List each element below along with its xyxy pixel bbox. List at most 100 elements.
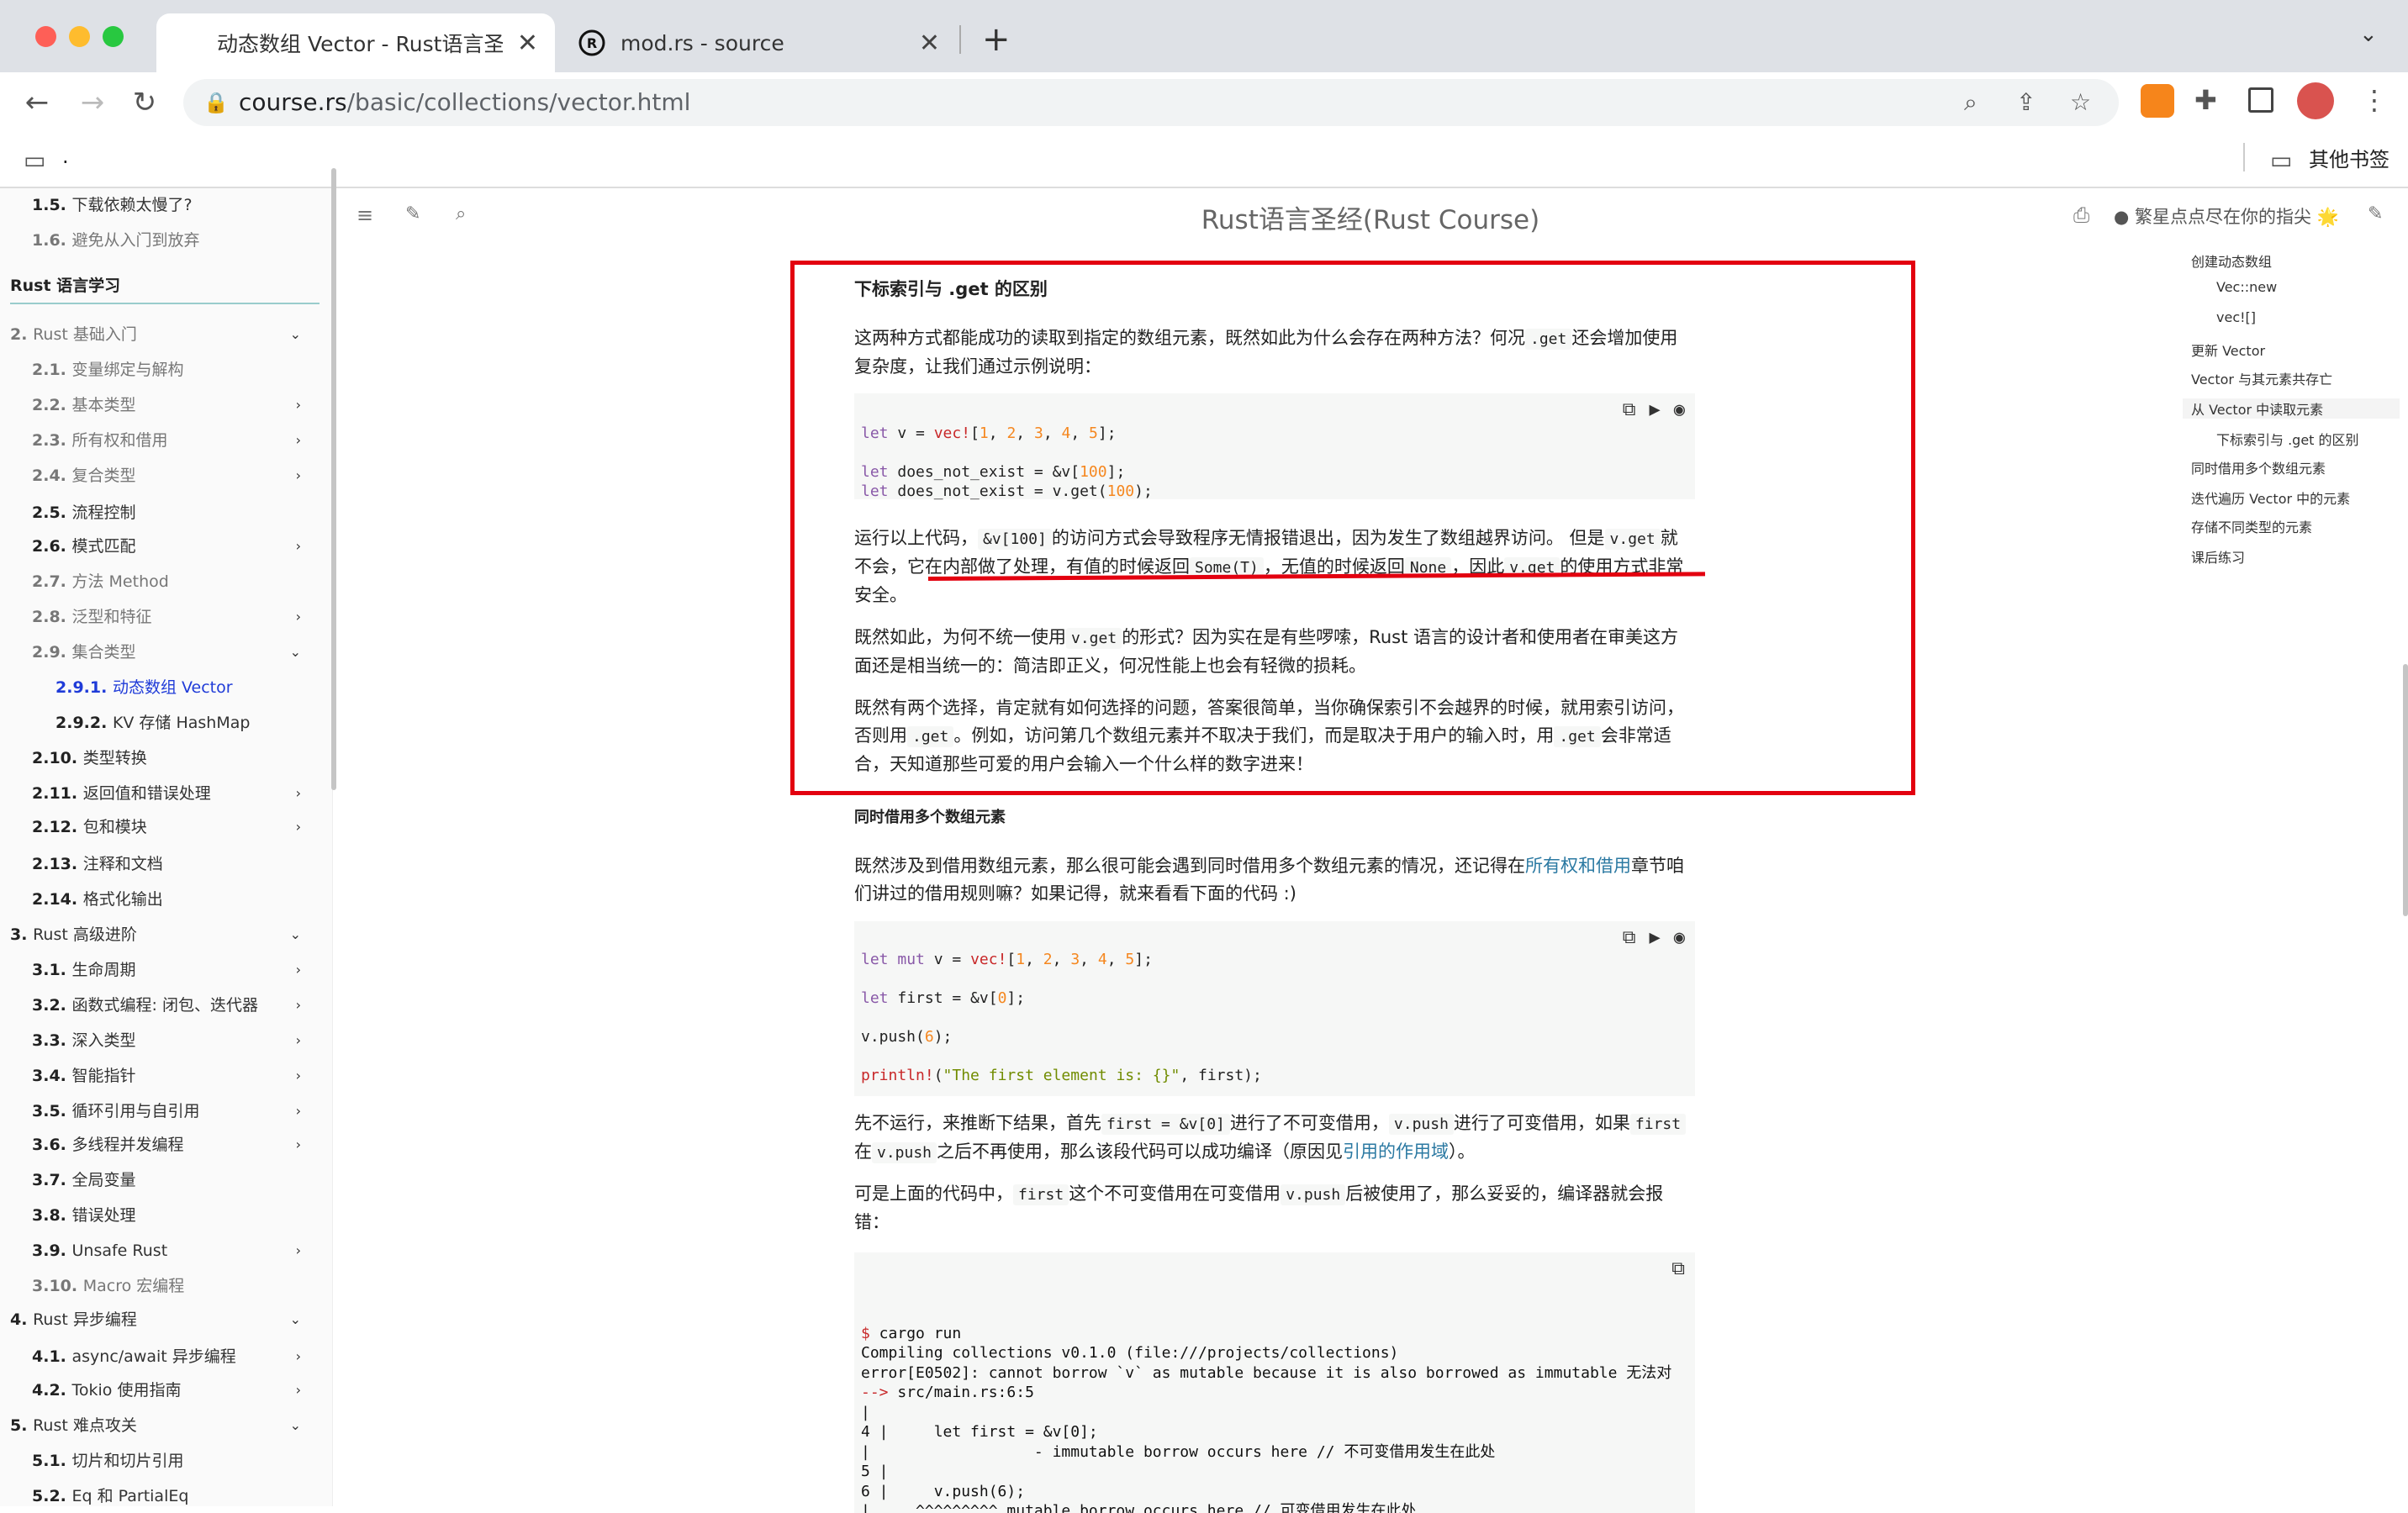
share-icon[interactable]: ⇪ bbox=[2016, 79, 2036, 126]
chevron-down-icon[interactable]: ⌄ bbox=[290, 635, 301, 669]
sidebar-item[interactable]: 2.13. 注释和文档 bbox=[0, 847, 319, 881]
sidebar-item[interactable]: 5. Rust 难点攻关 ⌄ bbox=[0, 1409, 319, 1442]
close-window-button[interactable] bbox=[35, 26, 56, 47]
bookmark-star-icon[interactable]: ☆ bbox=[2070, 79, 2091, 126]
address-bar[interactable]: 🔒 course.rs/basic/collections/vector.htm… bbox=[183, 79, 2119, 126]
eye-icon[interactable]: ◉ bbox=[1674, 928, 1685, 947]
sidebar-item[interactable]: 2. Rust 基础入门 ⌄ bbox=[0, 318, 319, 351]
chevron-down-icon[interactable]: ⌄ bbox=[290, 1409, 301, 1442]
chevron-right-icon[interactable]: › bbox=[296, 1340, 301, 1373]
metamask-extension-icon[interactable] bbox=[2141, 84, 2174, 118]
other-bookmarks[interactable]: 其他书签 bbox=[2309, 143, 2390, 172]
reload-icon[interactable]: ↻ bbox=[128, 86, 161, 119]
close-tab-icon[interactable]: ✕ bbox=[517, 29, 538, 58]
sidebar-item[interactable]: 2.7. 方法 Method bbox=[0, 565, 319, 598]
scope-link[interactable]: 引用的作用域 bbox=[1343, 1141, 1449, 1162]
toc-item[interactable]: Vec::new bbox=[2216, 279, 2277, 295]
sidebar-item[interactable]: 3.4. 智能指针 › bbox=[0, 1059, 319, 1093]
sidebar-item[interactable]: 2.10. 类型转换 bbox=[0, 741, 319, 775]
sidebar-item[interactable]: 5.2. Eq 和 PartialEq bbox=[0, 1479, 319, 1506]
sidebar-item[interactable]: 3.1. 生命周期 › bbox=[0, 953, 319, 987]
play-icon[interactable]: ▶ bbox=[1650, 928, 1661, 947]
chevron-right-icon[interactable]: › bbox=[296, 953, 301, 987]
toc-item[interactable]: Vector 与其元素共存亡 bbox=[2191, 368, 2332, 388]
sidebar-item[interactable]: 3.5. 循环引用与自引用 › bbox=[0, 1094, 319, 1128]
toc-item[interactable]: 更新 Vector bbox=[2191, 340, 2265, 360]
copy-icon[interactable]: ⧉ bbox=[1623, 928, 1636, 947]
sidebar-item[interactable]: 2.5. 流程控制 bbox=[0, 496, 319, 530]
minimize-window-button[interactable] bbox=[69, 26, 90, 47]
page-scrollbar[interactable] bbox=[2403, 664, 2408, 916]
sidebar-item[interactable]: 4.1. async/await 异步编程 › bbox=[0, 1340, 319, 1373]
sidebar-item[interactable]: 2.2. 基本类型 › bbox=[0, 388, 319, 422]
sidebar-item[interactable]: 2.8. 泛型和特征 › bbox=[0, 600, 319, 634]
chevron-right-icon[interactable]: › bbox=[296, 1128, 301, 1162]
bookmark-folder-dot[interactable]: . bbox=[62, 145, 69, 168]
chevron-right-icon[interactable]: › bbox=[296, 530, 301, 563]
chevron-right-icon[interactable]: › bbox=[296, 459, 301, 493]
sidebar-item[interactable]: 2.6. 模式匹配 › bbox=[0, 530, 319, 563]
chevron-down-icon[interactable]: ⌄ bbox=[290, 918, 301, 952]
sidebar-item[interactable]: 2.3. 所有权和借用 › bbox=[0, 424, 319, 457]
menu-kebab-icon[interactable]: ⋮ bbox=[2361, 84, 2388, 116]
sidebar-item[interactable]: 3.7. 全局变量 bbox=[0, 1163, 319, 1197]
sidebar-item[interactable]: 2.14. 格式化输出 bbox=[0, 883, 319, 916]
sidebar-scrollbar[interactable] bbox=[331, 168, 336, 790]
chevron-right-icon[interactable]: › bbox=[296, 988, 301, 1022]
new-tab-button[interactable]: + bbox=[982, 20, 1011, 59]
sidebar-item[interactable]: 3.8. 错误处理 bbox=[0, 1199, 319, 1232]
toc-item[interactable]: 存储不同类型的元素 bbox=[2191, 516, 2312, 536]
sidebar-item[interactable]: 2.1. 变量绑定与解构 bbox=[0, 353, 319, 387]
copy-icon[interactable]: ⧉ bbox=[1671, 1259, 1685, 1279]
sidebar-item[interactable]: 2.4. 复合类型 › bbox=[0, 459, 319, 493]
sidebar-item[interactable]: 3.9. Unsafe Rust › bbox=[0, 1234, 319, 1268]
sidebar-item[interactable]: 2.9. 集合类型 ⌄ bbox=[0, 635, 319, 669]
sidebar-item[interactable]: 5.1. 切片和切片引用 bbox=[0, 1444, 319, 1478]
sidebar-item[interactable]: 3.3. 深入类型 › bbox=[0, 1024, 319, 1057]
sidebar-item[interactable]: 1.5. 下载依赖太慢了? bbox=[0, 188, 319, 222]
toc-item[interactable]: 从 Vector 中读取元素 bbox=[2183, 398, 2400, 419]
tab-mod-rs[interactable]: R mod.rs - source ✕ bbox=[568, 13, 957, 72]
sidebar-item[interactable]: 4.2. Tokio 使用指南 › bbox=[0, 1373, 319, 1407]
tab-search-chevron-icon[interactable]: ⌄ bbox=[2359, 22, 2378, 47]
tab-vector[interactable]: 动态数组 Vector - Rust语言圣经 ✕ bbox=[156, 13, 555, 72]
chevron-right-icon[interactable]: › bbox=[296, 600, 301, 634]
chevron-down-icon[interactable]: ⌄ bbox=[290, 318, 301, 351]
ownership-link[interactable]: 所有权和借用 bbox=[1525, 856, 1631, 876]
chevron-right-icon[interactable]: › bbox=[296, 1373, 301, 1407]
forward-arrow-icon[interactable]: → bbox=[76, 86, 109, 119]
toc-item[interactable]: 下标索引与 .get 的区别 bbox=[2216, 429, 2359, 449]
sidebar-item[interactable]: 3. Rust 高级进阶 ⌄ bbox=[0, 918, 319, 952]
sidebar-item[interactable]: 3.6. 多线程并发编程 › bbox=[0, 1128, 319, 1162]
chevron-right-icon[interactable]: › bbox=[296, 1024, 301, 1057]
chevron-right-icon[interactable]: › bbox=[296, 1059, 301, 1093]
sidebar-item[interactable]: 2.11. 返回值和错误处理 › bbox=[0, 777, 319, 810]
close-tab-icon[interactable]: ✕ bbox=[919, 29, 940, 58]
extensions-puzzle-icon[interactable]: ✚ bbox=[2194, 84, 2217, 116]
profile-avatar[interactable] bbox=[2297, 82, 2334, 119]
sidebar-item[interactable]: 3.2. 函数式编程: 闭包、迭代器 › bbox=[0, 988, 319, 1022]
zoom-window-button[interactable] bbox=[103, 26, 124, 47]
chevron-right-icon[interactable]: › bbox=[296, 388, 301, 422]
sidebar-item[interactable]: 3.10. Macro 宏编程 bbox=[0, 1269, 319, 1303]
chevron-right-icon[interactable]: › bbox=[296, 424, 301, 457]
sidebar-item[interactable]: 2.9.1. 动态数组 Vector bbox=[0, 671, 319, 704]
back-arrow-icon[interactable]: ← bbox=[20, 86, 54, 119]
edit-icon[interactable]: ✎ bbox=[2368, 203, 2383, 224]
zoom-icon[interactable]: ⌕ bbox=[1964, 79, 1978, 126]
sidebar-item[interactable]: 1.6. 避免从入门到放弃 bbox=[0, 224, 319, 257]
toc-item[interactable]: 创建动态数组 bbox=[2191, 250, 2272, 271]
chevron-right-icon[interactable]: › bbox=[296, 1094, 301, 1128]
chevron-right-icon[interactable]: › bbox=[296, 1234, 301, 1268]
side-panel-icon[interactable] bbox=[2248, 87, 2273, 113]
toc-item[interactable]: 迭代遍历 Vector 中的元素 bbox=[2191, 488, 2350, 508]
chevron-down-icon[interactable]: ⌄ bbox=[290, 1303, 301, 1336]
sidebar-item[interactable]: 2.9.2. KV 存储 HashMap bbox=[0, 706, 319, 740]
toc-item[interactable]: vec![] bbox=[2216, 309, 2256, 325]
github-sponsor-link[interactable]: ● 繁星点点尽在你的指尖 🌟 bbox=[2114, 203, 2339, 229]
chevron-right-icon[interactable]: › bbox=[296, 777, 301, 810]
chevron-right-icon[interactable]: › bbox=[296, 810, 301, 844]
toc-item[interactable]: 同时借用多个数组元素 bbox=[2191, 457, 2326, 477]
sidebar-item[interactable]: 4. Rust 异步编程 ⌄ bbox=[0, 1303, 319, 1336]
toc-item[interactable]: 课后练习 bbox=[2191, 546, 2245, 567]
